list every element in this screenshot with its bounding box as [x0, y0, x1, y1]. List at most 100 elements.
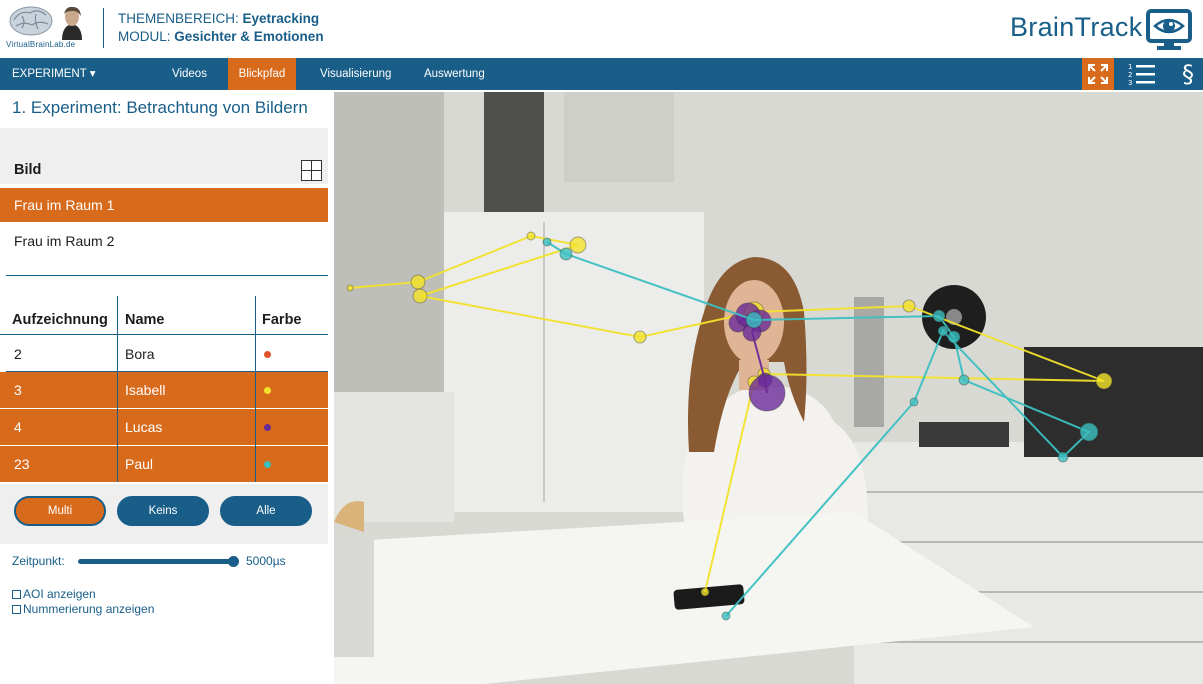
time-slider-thumb[interactable]	[228, 556, 239, 567]
brand-name: BrainTrack	[1010, 12, 1143, 42]
recording-id: 4	[14, 419, 22, 435]
fixation-point	[721, 611, 731, 621]
checkbox-box[interactable]	[12, 605, 21, 614]
nav-tab-videos[interactable]: Videos	[164, 58, 215, 90]
none-button[interactable]: Keins	[117, 496, 209, 526]
fixation-point	[745, 311, 763, 329]
nav-experiment-menu[interactable]: EXPERIMENT ▾	[0, 58, 120, 90]
fixation-point	[410, 274, 426, 290]
app-header: VirtualBrainLab.de THEMENBEREICH: Eyetra…	[0, 0, 1203, 56]
all-button[interactable]: Alle	[220, 496, 312, 526]
column-divider	[255, 296, 256, 482]
image-list-item[interactable]: Frau im Raum 1	[0, 188, 328, 222]
color-dot	[264, 424, 271, 431]
fixation-point	[947, 330, 961, 344]
fixation-point	[526, 231, 536, 241]
fixation-point	[902, 299, 916, 313]
eye-monitor-icon	[1146, 9, 1192, 50]
module-line: MODUL: Gesichter & Emotionen	[118, 29, 324, 44]
fixation-point	[909, 397, 919, 407]
recording-id: 3	[14, 382, 22, 398]
svg-text:1: 1	[1128, 63, 1132, 71]
recording-name: Lucas	[125, 419, 163, 435]
fixation-point	[958, 374, 970, 386]
time-value: 5000µs	[246, 554, 286, 568]
virtual-brain-lab-logo[interactable]: VirtualBrainLab.de	[6, 2, 96, 54]
experiment-title: 1. Experiment: Betrachtung von Bildern	[12, 98, 308, 117]
recording-name: Isabell	[125, 382, 166, 398]
recording-row[interactable]: 4 Lucas	[0, 409, 328, 445]
nav-tab-visualisierung[interactable]: Visualisierung	[312, 58, 399, 90]
svg-text:2: 2	[1128, 71, 1132, 79]
numbered-list-button[interactable]: 1 2 3	[1124, 58, 1160, 90]
fixation-point	[937, 325, 949, 337]
column-header-color[interactable]: Farbe	[262, 312, 302, 328]
section-divider	[6, 275, 328, 276]
fixation-point	[559, 247, 573, 261]
lab-device	[919, 422, 1009, 447]
lab-3d-printer	[1024, 347, 1203, 457]
color-dot	[264, 387, 271, 394]
color-dot	[264, 351, 271, 358]
table-header-divider	[0, 334, 328, 335]
fixation-point	[932, 309, 946, 323]
svg-text:3: 3	[1128, 79, 1132, 87]
numbering-checkbox[interactable]: Nummerierung anzeigen	[12, 602, 154, 616]
legal-button[interactable]: §	[1174, 58, 1202, 90]
image-list-item[interactable]: Frau im Raum 2	[0, 224, 328, 258]
portrait-icon	[54, 4, 90, 40]
row-divider	[6, 371, 328, 372]
fixation-point	[346, 284, 354, 292]
recording-name: Paul	[125, 456, 154, 472]
recording-id: 2	[14, 346, 22, 362]
lab-wall-panel	[564, 92, 674, 182]
left-panel: 1. Experiment: Betrachtung von Bildern B…	[0, 90, 328, 684]
grid-view-toggle[interactable]	[301, 160, 322, 181]
image-section-header	[0, 128, 328, 184]
checkbox-box[interactable]	[12, 590, 21, 599]
column-header-name[interactable]: Name	[125, 312, 165, 328]
recording-name: Bora	[125, 346, 155, 362]
nav-tab-blickpfad[interactable]: Blickpfad	[228, 58, 296, 90]
theme-label: THEMENBEREICH:	[118, 11, 239, 26]
aoi-checkbox[interactable]: AOI anzeigen	[12, 587, 96, 601]
main-navbar: EXPERIMENT ▾ Videos Blickpfad Visualisie…	[0, 58, 1203, 90]
nav-tab-auswertung[interactable]: Auswertung	[416, 58, 493, 90]
fixation-point	[569, 236, 587, 254]
fixation-point	[700, 587, 710, 597]
time-label: Zeitpunkt:	[12, 554, 65, 568]
fixation-point	[412, 288, 428, 304]
multi-button[interactable]: Multi	[14, 496, 106, 526]
fixation-point	[1095, 372, 1113, 390]
fullscreen-button[interactable]	[1082, 58, 1114, 90]
image-column-header: Bild	[14, 162, 42, 178]
column-header-recording[interactable]: Aufzeichnung	[12, 312, 108, 328]
fullscreen-icon	[1088, 64, 1108, 84]
module-label: MODUL:	[118, 29, 171, 44]
numbered-list-icon: 1 2 3	[1128, 63, 1155, 87]
recording-row[interactable]: 23 Paul	[0, 446, 328, 482]
fixation-point	[1079, 422, 1099, 442]
color-dot	[264, 461, 271, 468]
gaze-path-canvas	[334, 92, 1203, 684]
recording-row[interactable]: 3 Isabell	[0, 372, 328, 408]
logo-text: VirtualBrainLab.de	[6, 40, 76, 49]
theme-line: THEMENBEREICH: Eyetracking	[118, 11, 319, 26]
theme-value: Eyetracking	[242, 11, 320, 26]
fixation-point	[542, 237, 552, 247]
aoi-checkbox-label: AOI anzeigen	[23, 587, 96, 601]
module-value: Gesichter & Emotionen	[174, 29, 324, 44]
stimulus-image-viewer[interactable]	[334, 92, 1203, 684]
brain-logo-icon	[9, 6, 53, 36]
column-divider	[117, 296, 118, 482]
header-divider	[103, 8, 104, 48]
fixation-point	[748, 374, 786, 412]
numbering-checkbox-label: Nummerierung anzeigen	[23, 602, 155, 616]
lab-cabinet-left	[334, 92, 444, 422]
recording-row[interactable]: 2 Bora	[0, 336, 328, 372]
fixation-point	[1057, 451, 1069, 463]
recording-id: 23	[14, 456, 30, 472]
time-slider[interactable]	[78, 559, 234, 564]
fixation-point	[633, 330, 647, 344]
paragraph-icon: §	[1182, 60, 1194, 88]
